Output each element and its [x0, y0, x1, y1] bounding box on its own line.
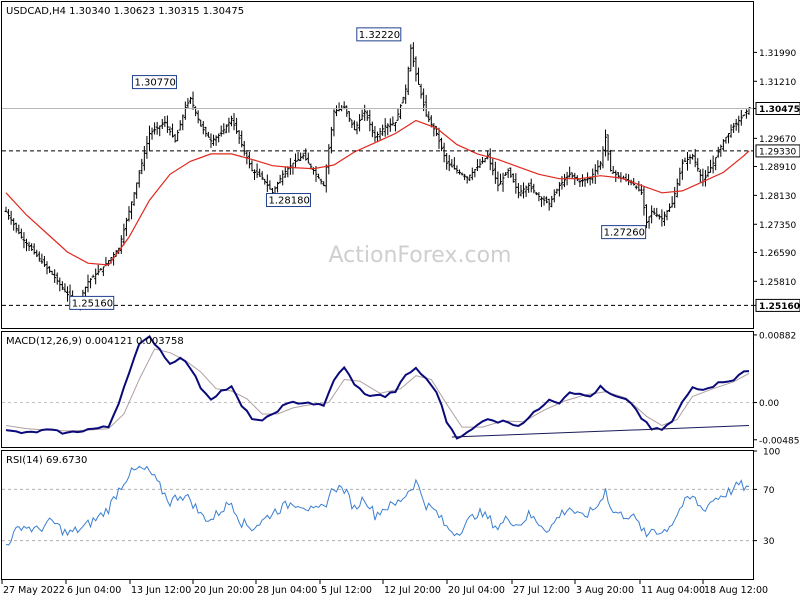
chart-canvas: ActionForex.com 1.31990 1.31210 1.30475 1.2… [1, 1, 800, 596]
macd-axis-label: 0.00 [759, 399, 779, 409]
watermark: ActionForex.com [329, 243, 512, 268]
x-axis-label: 18 Aug 12:00 [704, 585, 768, 596]
price-annotation-label: 1.30770 [134, 78, 175, 89]
x-axis-label: 3 Aug 20:00 [576, 585, 634, 596]
rsi-axis-label: 100 [763, 448, 780, 458]
chart-root: ActionForex.com 1.31990 1.31210 1.30475 1.2… [0, 0, 800, 600]
x-axis-label: 27 May 2022 [3, 585, 65, 596]
rsi-axis-label: 70 [763, 486, 775, 496]
price-axis-label: 1.28130 [759, 192, 796, 202]
rsi-axis-label: 30 [763, 537, 775, 547]
price-annotation: 1.28180 [265, 193, 311, 208]
rsi-title: RSI(14) 69.6730 [6, 455, 87, 466]
price-axis-label: 1.25160 [759, 302, 800, 312]
x-axis-label: 6 Jun 04:00 [67, 585, 121, 596]
x-axis-label: 5 Jul 12:00 [321, 585, 372, 596]
price-pane-frame [1, 1, 754, 329]
support-level-label: 1.29330 [759, 147, 796, 157]
price-axis-label: 1.27350 [759, 221, 796, 231]
price-axis-label: 1.29670 [759, 135, 796, 145]
macd-axis-label: -0.004858 [759, 436, 800, 446]
price-axis-label: 1.25810 [759, 278, 796, 288]
price-axis-label: 1.31210 [759, 78, 796, 88]
x-axis-label: 27 Jul 12:00 [513, 585, 570, 596]
price-annotation-label: 1.27260 [604, 228, 645, 239]
price-annotation-label: 1.25160 [72, 298, 113, 309]
price-annotation: 1.27260 [601, 225, 647, 240]
x-axis-label: 28 Jun 04:00 [257, 585, 317, 596]
x-axis-label: 20 Jul 04:00 [448, 585, 505, 596]
rsi-pane-frame [1, 450, 754, 580]
x-axis-label: 11 Aug 04:00 [641, 585, 705, 596]
price-annotation: 1.30770 [131, 75, 177, 90]
price-annotation: 1.25160 [69, 295, 115, 310]
price-chart-title: USDCAD,H4 1.30340 1.30623 1.30315 1.3047… [6, 6, 244, 17]
price-axis-label: 1.31990 [759, 49, 796, 59]
macd-title: MACD(12,26,9) 0.004121 0.003758 [6, 336, 184, 347]
macd-axis-label: 0.00882 [759, 331, 796, 341]
price-annotation-label: 1.28180 [268, 196, 309, 207]
x-axis-label: 12 Jul 20:00 [384, 585, 441, 596]
price-axis-label: 1.26590 [759, 249, 796, 259]
price-annotation: 1.32220 [356, 27, 402, 42]
price-axis-label: 1.28910 [759, 163, 796, 173]
x-axis-label: 20 Jun 20:00 [194, 585, 254, 596]
price-annotation-label: 1.32220 [359, 30, 400, 41]
x-axis-label: 13 Jun 12:00 [131, 585, 191, 596]
price-axis-label: 1.30475 [759, 105, 800, 115]
